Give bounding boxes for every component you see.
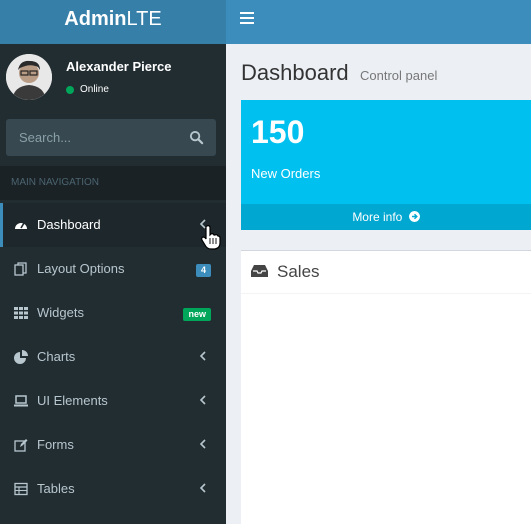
sidebar-item-widgets[interactable]: Widgets new [0,291,226,335]
logo[interactable]: AdminLTE [0,0,226,44]
chevron-left-icon [199,395,206,405]
dashboard-icon [15,222,27,229]
sidebar-item-label: Charts [37,349,76,364]
sidebar-item-layout-options[interactable]: Layout Options 4 [0,247,226,291]
edit-icon [14,439,28,452]
sales-box: Sales [241,250,531,524]
orders-label: New Orders [251,166,321,181]
user-status[interactable]: Online [66,84,109,95]
search-input[interactable] [6,119,176,156]
arrow-circle-right-icon [408,211,420,222]
chevron-left-icon [199,439,206,449]
hand-cursor-icon [201,225,221,250]
user-name[interactable]: Alexander Pierce [66,59,172,74]
logo-bold: Admin [64,8,127,30]
page-title: Dashboard [241,60,349,85]
sidebar-item-label: Widgets [37,305,84,320]
inbox-icon [251,265,268,277]
sidebar-toggle-icon[interactable] [240,12,254,26]
sidebar-search [6,119,216,156]
grid-icon [14,307,28,319]
sales-box-title: Sales [277,262,320,281]
sidebar-item-label: Tables [37,481,75,496]
more-info-link[interactable]: More info [241,204,531,230]
avatar [6,54,52,100]
laptop-icon [14,395,28,407]
page-subtitle: Control panel [360,68,438,83]
sidebar-item-label: Layout Options [37,261,125,276]
nav-header: MAIN NAVIGATION [0,166,226,200]
table-icon [14,482,28,496]
chevron-left-icon [199,483,206,493]
search-icon[interactable] [189,130,204,145]
sidebar-item-forms[interactable]: Forms [0,423,226,467]
user-status-label: Online [80,84,109,95]
sidebar-item-dashboard[interactable]: Dashboard [0,203,226,247]
pie-chart-icon [14,350,28,364]
new-orders-box: 150 New Orders More info [241,100,531,230]
sidebar-item-charts[interactable]: Charts [0,335,226,379]
sidebar-item-label: Dashboard [37,217,101,232]
sidebar-item-label: Forms [37,437,74,452]
top-navbar [226,0,531,44]
sidebar: Alexander Pierce Online MAIN NAVIGATION … [0,44,226,524]
chevron-left-icon [199,351,206,361]
sidebar-item-tables[interactable]: Tables [0,467,226,511]
user-panel: Alexander Pierce Online [0,44,226,112]
new-badge: new [183,308,211,321]
logo-light: LTE [126,8,162,30]
count-badge: 4 [195,264,211,277]
sidebar-item-ui-elements[interactable]: UI Elements [0,379,226,423]
online-status-icon [66,85,74,94]
sidebar-menu: Dashboard Layout Options 4 Widgets new C… [0,203,226,511]
sales-box-header: Sales [241,251,531,294]
orders-count: 150 [251,114,305,150]
more-info-label: More info [352,210,403,224]
files-icon [14,262,27,276]
sidebar-item-label: UI Elements [37,393,108,408]
